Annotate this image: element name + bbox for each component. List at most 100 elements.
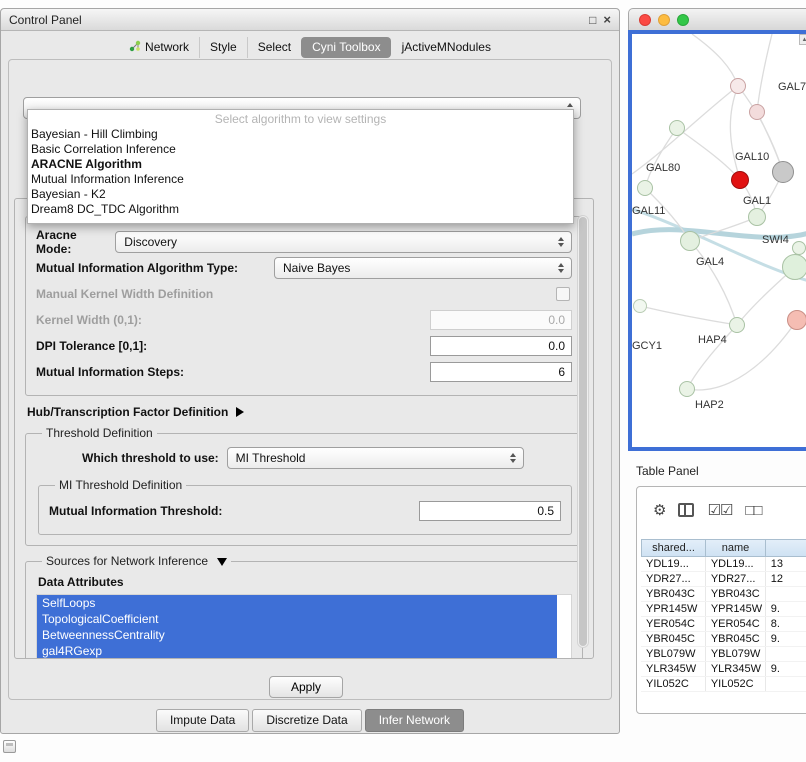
network-node[interactable] [730,78,746,94]
float-window-icon[interactable]: □ [589,14,596,26]
bottom-tab-infer-network[interactable]: Infer Network [365,709,464,732]
which-threshold-combo[interactable]: MI Threshold [227,447,524,469]
scrollbar-up-arrow-icon[interactable]: ▲ [799,34,806,45]
vertical-scrollbar-thumb[interactable] [579,217,587,646]
dpi-tolerance-row: DPI Tolerance [0,1]: 0.0 [36,335,572,357]
table-row[interactable]: YBR045CYBR045C9. [641,632,806,647]
settings-gear-icon[interactable]: ⚙ [653,501,665,519]
network-node[interactable] [669,120,685,136]
unselect-columns-icon[interactable]: □□ [745,502,761,519]
select-columns-icon[interactable]: ☑☑ [707,501,732,519]
network-icon [129,40,141,55]
table-row[interactable]: YLR345WYLR345W9. [641,662,806,677]
tab-jactivemnodules[interactable]: jActiveMNodules [391,37,501,58]
network-canvas[interactable]: GAL7GAL80GAL10GAL11GAL1SWI4GAL4GCY1HAP4H… [628,30,806,451]
tab-label: Cyni Toolbox [312,41,380,54]
hub-definition-toggle[interactable]: Hub/Transcription Factor Definition [27,405,581,419]
table-toolbar: ⚙ ☑☑ □□ [637,487,806,533]
desktop: Control Panel □ × Network Style Select Cyni… [0,0,806,762]
network-node[interactable] [731,171,749,189]
attribute-item-selected[interactable]: TopologicalCoefficient [37,611,557,627]
apply-button[interactable]: Apply [269,676,343,698]
tab-cyni-toolbox[interactable]: Cyni Toolbox [301,37,390,58]
column-header[interactable]: shared... [641,539,706,557]
algorithm-option[interactable]: Bayesian - K2 [28,187,573,202]
tab-label: Style [210,41,237,54]
network-node[interactable] [679,381,695,397]
mi-threshold-legend: MI Threshold Definition [55,478,186,492]
network-node[interactable] [633,299,647,313]
table-header-row: shared...name [641,539,806,557]
table-row[interactable]: YDR27...YDR27...12 [641,572,806,587]
algorithm-option[interactable]: ARACNE Algorithm [28,157,573,172]
close-traffic-light-icon[interactable] [639,14,651,26]
manual-kernel-checkbox[interactable] [556,287,570,301]
zoom-traffic-light-icon[interactable] [677,14,689,26]
tab-select[interactable]: Select [247,37,301,58]
network-node[interactable] [637,180,653,196]
table-panel-title: Table Panel [636,464,699,478]
tab-network[interactable]: Network [119,36,199,59]
aracne-mode-combo[interactable]: Discovery [115,231,572,253]
network-node[interactable] [680,231,700,251]
collapsed-panel-icon[interactable] [3,740,16,753]
aracne-mode-row: Aracne Mode: Discovery [36,231,572,253]
column-header[interactable] [766,539,806,557]
table-row[interactable]: YBR043CYBR043C [641,587,806,602]
network-node[interactable] [782,254,806,280]
sources-legend[interactable]: Sources for Network Inference [42,554,231,568]
bottom-tab-impute-data[interactable]: Impute Data [156,709,249,732]
attribute-item-selected[interactable]: SelfLoops [37,595,557,611]
algorithm-option[interactable]: Mutual Information Inference [28,172,573,187]
algorithm-option[interactable]: Bayesian - Hill Climbing [28,127,573,142]
table-row[interactable]: YDL19...YDL19...13 [641,557,806,572]
table-mode-icon[interactable] [678,503,694,517]
mi-threshold-group: MI Threshold Definition Mutual Informati… [38,478,572,535]
sources-group: Sources for Network Inference Data Attri… [25,554,583,659]
settings-vertical-scrollbar[interactable] [577,215,589,648]
data-attributes-list[interactable]: SelfLoopsTopologicalCoefficientBetweenne… [36,594,572,659]
network-node[interactable] [792,241,806,255]
dpi-tolerance-input[interactable]: 0.0 [430,336,572,356]
mi-type-combo[interactable]: Naive Bayes [274,257,572,279]
table-cell: YPR145W [641,602,706,616]
table-row[interactable]: YPR145WYPR145W9. [641,602,806,617]
table-row[interactable]: YER054CYER054C8. [641,617,806,632]
control-panel-titlebar[interactable]: Control Panel □ × [1,9,619,31]
close-window-icon[interactable]: × [603,14,611,26]
bottom-tab-discretize-data[interactable]: Discretize Data [252,709,361,732]
kernel-width-input[interactable]: 0.0 [430,310,572,330]
attribute-item-selected[interactable]: gal4RGexp [37,643,557,659]
algorithm-option[interactable]: Basic Correlation Inference [28,142,573,157]
network-window-titlebar[interactable] [628,8,806,30]
kernel-width-row: Kernel Width (0,1): 0.0 [36,309,572,331]
network-edge [632,86,738,174]
network-node[interactable] [729,317,745,333]
table-cell: YBR045C [641,632,706,646]
table-cell: 8. [766,617,806,631]
mi-threshold-input[interactable]: 0.5 [419,501,561,521]
attribute-item-selected[interactable]: BetweennessCentrality [37,627,557,643]
table-cell: YDL19... [641,557,706,571]
network-edge [645,128,677,188]
mi-steps-input[interactable]: 6 [430,362,572,382]
mi-type-value: Naive Bayes [283,261,350,275]
table-row[interactable]: YBL079WYBL079W [641,647,806,662]
algorithm-option-list: Bayesian - Hill ClimbingBasic Correlatio… [28,127,573,217]
table-row[interactable]: YIL052CYIL052C [641,677,806,692]
network-node-label: GAL7 [778,81,806,93]
network-node[interactable] [787,310,806,330]
expand-arrow-icon [236,407,244,417]
manual-kernel-row: Manual Kernel Width Definition [36,283,572,305]
minimize-traffic-light-icon[interactable] [658,14,670,26]
network-node[interactable] [772,161,794,183]
table-cell: YDR27... [641,572,706,586]
network-node-label: GAL11 [632,205,665,217]
cyni-algorithm-settings-group: Cyni Algorithm Settings Algorithm Defini… [14,191,594,659]
column-header[interactable]: name [706,539,766,557]
network-node[interactable] [749,104,765,120]
network-node[interactable] [748,208,766,226]
algorithm-option[interactable]: Dream8 DC_TDC Algorithm [28,202,573,217]
table-cell: YIL052C [641,677,706,691]
tab-style[interactable]: Style [199,37,247,58]
